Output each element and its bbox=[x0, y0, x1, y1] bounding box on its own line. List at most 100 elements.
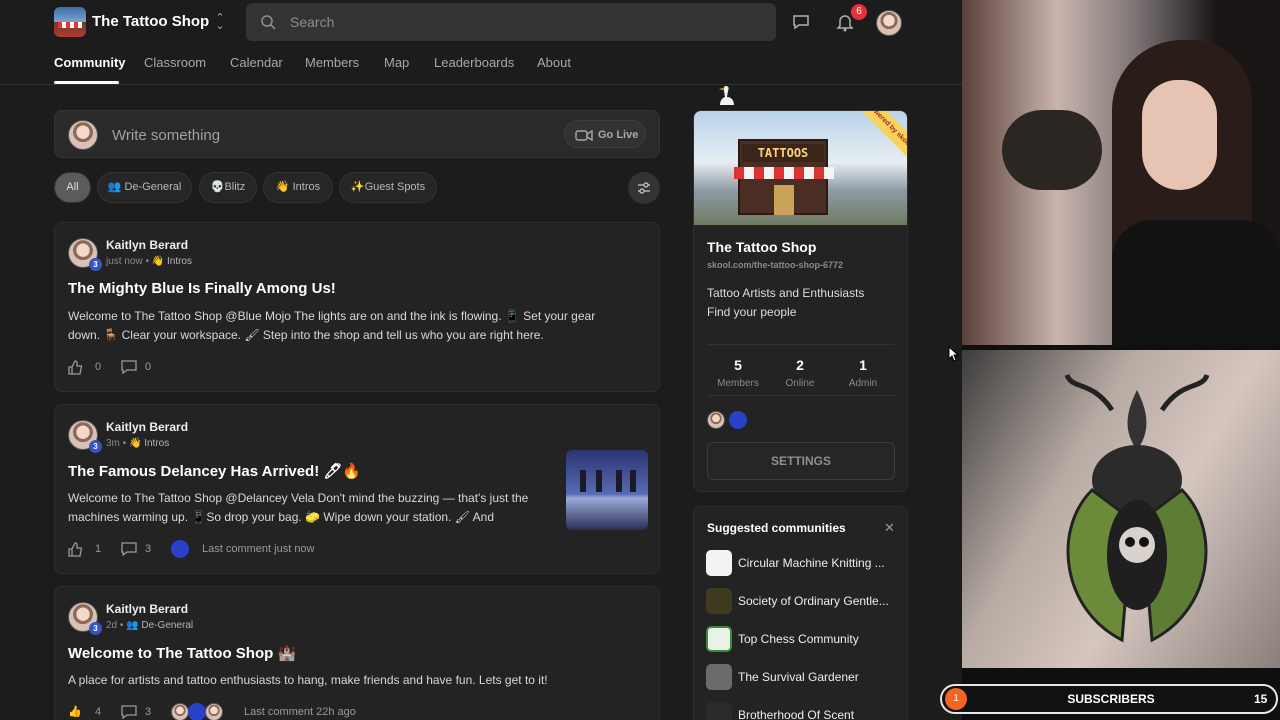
post-author[interactable]: Kaitlyn Berard bbox=[106, 420, 188, 434]
tab-calendar[interactable]: Calendar bbox=[230, 55, 283, 70]
sliders-icon bbox=[638, 182, 650, 194]
post-body-line: down. 🪑 Clear your workspace. 🖌 Step int… bbox=[68, 328, 544, 342]
suggested-item[interactable]: Society of Ordinary Gentle... bbox=[706, 588, 906, 614]
group-banner[interactable]: TATTOOS powered by skool bbox=[694, 111, 907, 225]
post-title[interactable]: The Mighty Blue Is Finally Among Us! bbox=[68, 280, 336, 297]
awning bbox=[734, 167, 834, 179]
post-author[interactable]: Kaitlyn Berard bbox=[106, 238, 188, 252]
beetle-tattoo-image bbox=[1064, 373, 1210, 643]
post-category[interactable]: Intros bbox=[144, 438, 169, 449]
go-live-label: Go Live bbox=[598, 129, 639, 141]
like-icon[interactable] bbox=[68, 360, 83, 375]
suggested-item[interactable]: Top Chess Community bbox=[706, 626, 906, 652]
filter-label: Guest Spots bbox=[364, 181, 426, 193]
tab-classroom[interactable]: Classroom bbox=[144, 55, 206, 70]
category-filters: All 👥 De-General 💀Blitz 👋 Intros ✨Guest … bbox=[54, 172, 674, 204]
goose-icon bbox=[719, 86, 734, 105]
post-composer[interactable]: Write something Go Live bbox=[54, 110, 660, 158]
member-avatar[interactable] bbox=[729, 411, 747, 429]
search-icon bbox=[261, 15, 276, 30]
post-actions: 1 3 Last comment just now bbox=[68, 540, 628, 558]
suggested-item[interactable]: Brotherhood Of Scent bbox=[706, 702, 906, 720]
post-card[interactable]: 3 Kaitlyn Berard 2d • 👥 De-General Welco… bbox=[54, 586, 660, 720]
search-input[interactable] bbox=[290, 3, 760, 41]
streamer-shirt bbox=[1112, 220, 1280, 345]
tab-leaderboards[interactable]: Leaderboards bbox=[434, 55, 514, 70]
tab-about[interactable]: About bbox=[537, 55, 571, 70]
filter-blitz[interactable]: 💀Blitz bbox=[199, 172, 257, 203]
last-comment: Last comment just now bbox=[202, 543, 315, 555]
post-card[interactable]: 3 Kaitlyn Berard just now • 👋 Intros The… bbox=[54, 222, 660, 392]
post-body: A place for artists and tattoo enthusias… bbox=[68, 671, 548, 690]
group-info-card: TATTOOS powered by skool The Tattoo Shop… bbox=[693, 110, 908, 492]
powered-by-ribbon[interactable]: powered by skool bbox=[850, 111, 907, 165]
shop-door bbox=[774, 185, 794, 215]
suggested-name: Circular Machine Knitting ... bbox=[738, 556, 885, 570]
group-desc-line: Tattoo Artists and Enthusiasts bbox=[707, 286, 865, 300]
comment-icon[interactable] bbox=[121, 542, 137, 556]
notification-badge: 6 bbox=[851, 4, 867, 20]
community-logo[interactable] bbox=[54, 7, 86, 37]
post-author[interactable]: Kaitlyn Berard bbox=[106, 602, 188, 616]
post-title[interactable]: The Famous Delancey Has Arrived! 🖊🔥 bbox=[68, 462, 361, 480]
stat-members[interactable]: 5 Members bbox=[708, 357, 768, 389]
commenter-avatar[interactable] bbox=[171, 540, 189, 558]
comment-icon[interactable] bbox=[121, 705, 137, 719]
last-comment: Last comment 22h ago bbox=[244, 706, 356, 718]
post-category[interactable]: De-General bbox=[141, 620, 193, 631]
chat-icon[interactable] bbox=[791, 12, 811, 32]
streamer-face bbox=[1142, 80, 1217, 190]
group-url[interactable]: skool.com/the-tattoo-shop-6772 bbox=[707, 260, 843, 270]
post-body-line: Welcome to The Tattoo Shop @Blue Mojo Th… bbox=[68, 309, 596, 323]
community-icon bbox=[706, 550, 732, 576]
post-actions: 👍 4 3 Last comment 22h ago bbox=[68, 703, 628, 720]
filter-all[interactable]: All bbox=[54, 172, 91, 203]
composer-placeholder[interactable]: Write something bbox=[112, 127, 220, 144]
search-bar[interactable] bbox=[246, 3, 776, 41]
suggested-item[interactable]: The Survival Gardener bbox=[706, 664, 906, 690]
tattoo-shop-illustration: TATTOOS bbox=[734, 139, 834, 215]
suggested-name: Brotherhood Of Scent bbox=[738, 708, 855, 720]
commenter-avatar[interactable] bbox=[205, 703, 223, 720]
liked-icon[interactable]: 👍 bbox=[68, 705, 82, 718]
commenter-avatar[interactable] bbox=[171, 703, 189, 720]
stat-admin[interactable]: 1 Admin bbox=[833, 357, 893, 389]
tattoo-cam-feed bbox=[962, 350, 1280, 668]
close-icon[interactable]: ✕ bbox=[884, 520, 895, 536]
main-nav: Community Classroom Calendar Members Map… bbox=[0, 44, 962, 85]
community-switcher-icon[interactable]: ⌃ ⌄ bbox=[214, 13, 226, 32]
post-category[interactable]: Intros bbox=[167, 256, 192, 267]
suggested-name: Society of Ordinary Gentle... bbox=[738, 594, 889, 608]
post-thumbnail[interactable] bbox=[566, 450, 648, 530]
group-description: Tattoo Artists and Enthusiasts Find your … bbox=[707, 284, 897, 322]
go-live-button[interactable]: Go Live bbox=[564, 120, 646, 148]
community-name[interactable]: The Tattoo Shop bbox=[92, 13, 209, 30]
group-stats: 5 Members 2 Online 1 Admin bbox=[707, 344, 895, 396]
suggested-communities: Suggested communities ✕ Circular Machine… bbox=[693, 506, 908, 720]
member-avatar[interactable] bbox=[707, 411, 725, 429]
group-desc-line: Find your people bbox=[707, 305, 797, 319]
post-title[interactable]: Welcome to The Tattoo Shop 🏰 bbox=[68, 644, 296, 662]
user-avatar[interactable] bbox=[876, 10, 902, 36]
filter-de-general[interactable]: 👥 De-General bbox=[97, 172, 192, 203]
level-badge: 3 bbox=[89, 258, 102, 271]
like-icon[interactable] bbox=[68, 542, 83, 557]
tab-community[interactable]: Community bbox=[54, 55, 126, 70]
video-camera-icon bbox=[575, 130, 593, 141]
stat-online[interactable]: 2 Online bbox=[770, 357, 830, 389]
mouse-cursor-icon bbox=[948, 346, 960, 362]
filter-settings-button[interactable] bbox=[628, 172, 660, 204]
comment-icon[interactable] bbox=[121, 360, 137, 374]
suggested-item[interactable]: Circular Machine Knitting ... bbox=[706, 550, 906, 576]
top-bar: The Tattoo Shop ⌃⌄ 6 bbox=[0, 0, 962, 44]
stat-value: 1 bbox=[859, 357, 867, 373]
commenter-avatar[interactable] bbox=[188, 703, 206, 720]
community-icon bbox=[706, 664, 732, 690]
settings-button[interactable]: SETTINGS bbox=[707, 442, 895, 480]
tab-members[interactable]: Members bbox=[305, 55, 359, 70]
filter-intros[interactable]: 👋 Intros bbox=[263, 172, 333, 203]
tab-map[interactable]: Map bbox=[384, 55, 409, 70]
post-card[interactable]: 3 Kaitlyn Berard 3m • 👋 Intros The Famou… bbox=[54, 404, 660, 574]
like-count: 0 bbox=[95, 361, 102, 373]
filter-guest-spots[interactable]: ✨Guest Spots bbox=[339, 172, 437, 203]
